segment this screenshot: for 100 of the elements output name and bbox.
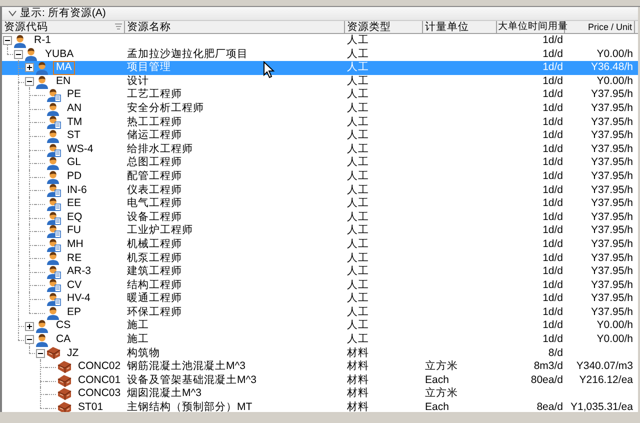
column-header[interactable]: 资源名称 [125, 21, 345, 33]
tree-toggle[interactable] [25, 77, 34, 86]
brick-icon [57, 360, 72, 374]
person-document-icon [46, 292, 61, 306]
resource-code: ST [66, 129, 82, 143]
table-cell: 人工 [347, 252, 369, 264]
person-icon [13, 34, 28, 48]
table-cell: Y37.95/h [590, 292, 633, 304]
table-cell: 1d/d [542, 170, 563, 182]
table-row[interactable]: TM 热工工程师 人工 1d/d Y37.95/h [2, 116, 638, 130]
table-cell: 人工 [347, 319, 369, 332]
tree-toggle[interactable] [3, 36, 12, 46]
table-cell: Y37.95/h [590, 197, 633, 210]
table-row[interactable]: HV-4 暖通工程师 人工 1d/d Y37.95/h [2, 292, 638, 306]
tree-toggle[interactable] [25, 63, 34, 72]
table-row[interactable]: EE 电气工程师 人工 1d/d Y37.95/h [2, 197, 638, 211]
table-cell: 暖通工程师 [127, 292, 182, 304]
table-cell: Y216.12/ea [579, 374, 633, 386]
person-document-icon [46, 142, 61, 157]
tree-toggle[interactable] [36, 348, 45, 358]
table-cell: Y37.95/h [590, 238, 633, 250]
table-cell: 配管工程师 [127, 170, 182, 182]
table-row[interactable]: GL 总图工程师 人工 1d/d Y37.95/h [2, 156, 638, 170]
table-cell: 1d/d [542, 252, 563, 264]
tree-toggle[interactable] [14, 50, 23, 59]
table-cell: Y37.95/h [590, 184, 633, 196]
tree-toggle[interactable] [25, 322, 34, 331]
table-cell: Each [425, 401, 449, 412]
table-cell: Y37.95/h [590, 116, 633, 128]
table-row[interactable]: WS-4 给排水工程师 人工 1d/d Y37.95/h [2, 142, 638, 156]
resource-code: CA [55, 333, 72, 347]
table-row[interactable]: ST01 主钢结构（预制部分）MT 材料 Each 8ea/d Y1,035.31/ea [2, 401, 638, 412]
resource-code: PE [66, 88, 82, 102]
table-cell: 1d/d [542, 129, 563, 142]
table-row[interactable]: EQ 设备工程师 人工 1d/d Y37.95/h [2, 210, 638, 224]
table-cell: 机泵工程师 [127, 252, 182, 264]
table-row[interactable]: RE 机泵工程师 人工 1d/d Y37.95/h [2, 252, 638, 266]
resource-code: EE [66, 197, 82, 211]
table-cell: Y37.95/h [590, 265, 633, 278]
table-row[interactable]: R-1 人工 1d/d [2, 34, 638, 48]
tree-toggle[interactable] [25, 335, 34, 344]
table-cell: 材料 [347, 401, 369, 412]
table-cell: 人工 [347, 61, 369, 74]
table-cell: 施工 [127, 333, 149, 346]
column-header[interactable]: 计量单位 [423, 21, 497, 33]
resource-code: JZ [66, 346, 80, 360]
table-row[interactable]: CONC01 设备及管架基础混凝土M^3 材料 Each 80ea/d Y216.12/ea [2, 374, 638, 388]
resource-code: AN [66, 102, 83, 116]
brick-icon [57, 400, 72, 412]
table-row[interactable]: EP 环保工程师 人工 1d/d Y37.95/h [2, 306, 638, 320]
table-row[interactable]: ST 储运工程师 人工 1d/d Y37.95/h [2, 129, 638, 143]
person-document-icon [46, 115, 61, 130]
table-row[interactable]: EN 设计 人工 1d/d Y0.00/h [2, 74, 638, 88]
table-cell: 孟加拉沙迦拉化肥厂项目 [127, 48, 248, 60]
table-cell: 环保工程师 [127, 306, 182, 318]
table-row[interactable]: PD 配管工程师 人工 1d/d Y37.95/h [2, 170, 638, 184]
table-cell: 80ea/d [530, 374, 563, 386]
table-row[interactable]: JZ 构筑物 材料 8/d [2, 346, 638, 360]
table-cell: 人工 [347, 142, 369, 155]
table-cell: 仪表工程师 [127, 184, 182, 196]
table-row[interactable]: AR-3 建筑工程师 人工 1d/d Y37.95/h [2, 265, 638, 279]
table-row[interactable]: MH 机械工程师 人工 1d/d Y37.95/h [2, 238, 638, 252]
table-cell: 1d/d [542, 210, 563, 223]
table-row[interactable]: PE 工艺工程师 人工 1d/d Y37.95/h [2, 88, 638, 102]
table-row[interactable]: AN 安全分析工程师 人工 1d/d Y37.95/h [2, 102, 638, 116]
table-cell: Y37.95/h [590, 88, 633, 100]
resource-code: RE [66, 252, 83, 266]
table-cell: 工艺工程师 [127, 88, 182, 100]
table-row[interactable]: IN-6 仪表工程师 人工 1d/d Y37.95/h [2, 184, 638, 198]
resource-code: IN-6 [66, 184, 88, 198]
table-cell: 材料 [347, 360, 369, 372]
column-header[interactable]: 资源代码 [2, 21, 125, 33]
table-cell: Y0.00/h [596, 333, 633, 346]
column-header[interactable]: 资源类型 [345, 21, 423, 33]
resource-code: PD [66, 170, 83, 184]
table-cell: 总图工程师 [127, 156, 182, 168]
column-header[interactable]: 大单位时间用量 [497, 21, 565, 33]
table-row[interactable]: CONC02 钢筋混凝土池混凝土M^3 材料 立方米 8m3/d Y340.07/m3 [2, 360, 638, 374]
table-row[interactable]: FU 工业炉工程师 人工 1d/d Y37.95/h [2, 224, 638, 238]
chevron-down-icon[interactable] [8, 10, 17, 17]
resource-code: CONC01 [77, 374, 122, 388]
table-cell: 给排水工程师 [127, 142, 193, 155]
table-cell: Y37.95/h [590, 129, 633, 142]
table-row[interactable]: CV 结构工程师 人工 1d/d Y37.95/h [2, 278, 638, 292]
table-cell: 1d/d [542, 102, 563, 114]
table-cell: 构筑物 [127, 346, 160, 359]
person-icon [24, 47, 39, 62]
table-row[interactable]: CS 施工 人工 1d/d Y0.00/h [2, 319, 638, 334]
table-cell: 设计 [127, 74, 149, 87]
table-cell: 人工 [347, 156, 369, 168]
table-cell: 工业炉工程师 [127, 224, 193, 236]
person-icon [35, 319, 50, 334]
table-row[interactable]: CONC03 烟囱混凝土M^3 材料 立方米 [2, 387, 638, 402]
filter-label[interactable]: 显示: 所有资源(A) [20, 7, 106, 20]
table-cell: Y36.48/h [590, 61, 633, 74]
table-cell: Y37.95/h [590, 170, 633, 182]
resource-code: YUBA [44, 48, 75, 62]
brick-icon [57, 374, 72, 388]
table-row[interactable]: CA 施工 人工 1d/d Y0.00/h [2, 333, 638, 347]
table-cell: 1d/d [542, 333, 563, 346]
